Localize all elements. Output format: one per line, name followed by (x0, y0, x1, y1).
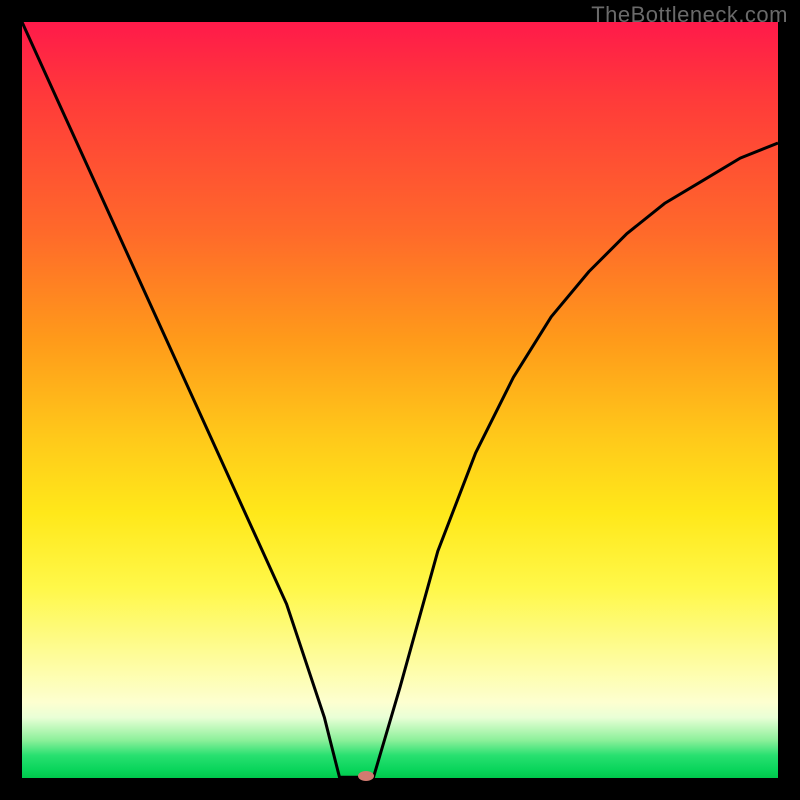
minimum-marker (358, 771, 374, 781)
chart-frame: TheBottleneck.com (0, 0, 800, 800)
watermark-text: TheBottleneck.com (591, 2, 788, 28)
plot-area (22, 22, 778, 778)
curve-svg (22, 22, 778, 778)
bottleneck-curve (22, 22, 778, 777)
